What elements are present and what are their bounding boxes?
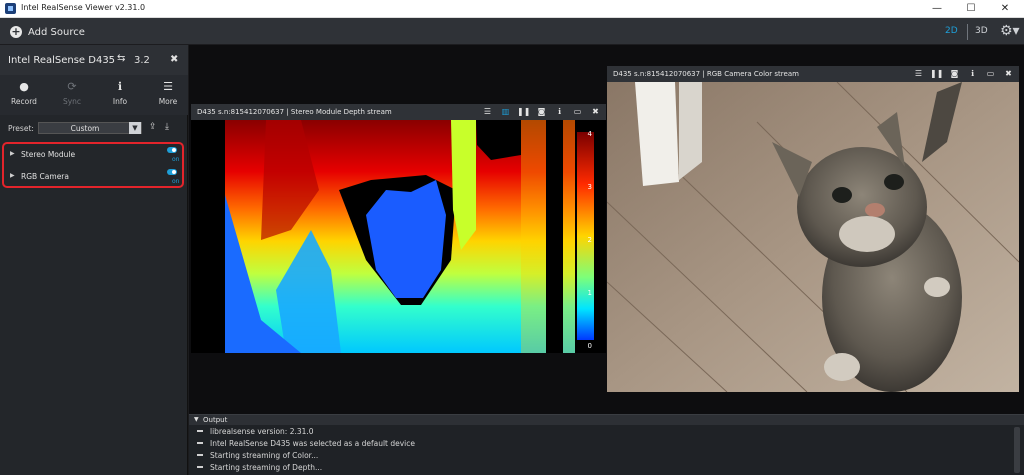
stream-info-icon[interactable]: ☰ xyxy=(481,106,494,118)
output-header[interactable]: ▼ Output xyxy=(189,415,1024,425)
depth-image: 4 3 2 1 0 xyxy=(191,120,606,353)
usb-icon: ⇆ xyxy=(117,53,126,64)
record-label: Record xyxy=(11,97,37,106)
sensor-modules-highlight: ▶ Stereo Module on ▶ RGB Camera on xyxy=(2,142,184,188)
log-line: Intel RealSense D435 was selected as a d… xyxy=(197,437,415,449)
more-label: More xyxy=(158,97,178,106)
log-bullet-icon xyxy=(197,442,203,444)
color-image xyxy=(607,82,1019,392)
gear-icon[interactable]: ⚙▾ xyxy=(1000,22,1020,40)
log-text: Starting streaming of Depth... xyxy=(210,462,323,472)
add-source-label: Add Source xyxy=(28,26,85,38)
device-panel: Intel RealSense D435 ⇆ 3.2 ✖ ● Record ⟳ … xyxy=(0,45,188,475)
output-title: Output xyxy=(203,416,228,424)
metrics-chart-icon[interactable]: ▥ xyxy=(499,106,512,118)
add-source-button[interactable]: + Add Source xyxy=(10,24,85,40)
colorbar-tick-3: 3 xyxy=(588,183,592,191)
sync-label: Sync xyxy=(62,97,82,106)
log-line: Starting streaming of Color... xyxy=(197,449,318,461)
log-line: Starting streaming of Depth... xyxy=(197,461,322,473)
minimize-button[interactable]: — xyxy=(920,0,954,18)
rgb-camera-row[interactable]: ▶ RGB Camera on xyxy=(4,168,182,188)
stream-viewport: D435 s.n:815412070637 | Stereo Module De… xyxy=(189,45,1024,414)
close-window-button[interactable]: ✕ xyxy=(988,0,1022,18)
usb-version: 3.2 xyxy=(134,55,150,66)
color-stream-header: D435 s.n:815412070637 | RGB Camera Color… xyxy=(607,66,1019,82)
realsense-viewer-app: Intel RealSense Viewer v2.31.0 — ☐ ✕ + A… xyxy=(0,0,1024,475)
colorbar-tick-1: 1 xyxy=(588,289,592,297)
preset-value: Custom xyxy=(70,124,100,133)
output-scrollbar[interactable] xyxy=(1014,427,1020,473)
rgb-camera-label: RGB Camera xyxy=(21,172,69,181)
device-name: Intel RealSense D435 xyxy=(8,55,116,66)
info-icon[interactable]: ℹ xyxy=(966,68,979,80)
colorbar-tick-0: 0 xyxy=(588,342,592,350)
stereo-module-state: on xyxy=(172,156,180,163)
log-bullet-icon xyxy=(197,466,203,468)
colorbar-tick-2: 2 xyxy=(588,236,592,244)
maximize-icon[interactable]: ▭ xyxy=(571,106,584,118)
chevron-down-icon: ▼ xyxy=(129,122,141,134)
info-label: Info xyxy=(112,97,128,106)
pause-icon[interactable]: ❚❚ xyxy=(517,106,530,118)
camera-snapshot-icon[interactable]: ◙ xyxy=(948,68,961,80)
pause-icon[interactable]: ❚❚ xyxy=(930,68,943,80)
device-toolbar: ● Record ⟳ Sync ℹ Info ☰ More xyxy=(0,75,188,115)
plus-circle-icon: + xyxy=(10,25,22,38)
log-bullet-icon xyxy=(197,454,203,456)
color-stream-tools: ☰ ❚❚ ◙ ℹ ▭ ✖ xyxy=(912,68,1015,80)
view-separator xyxy=(967,24,968,40)
info-icon: ℹ xyxy=(117,80,123,93)
more-button[interactable]: ☰ More xyxy=(148,79,188,106)
log-text: Intel RealSense D435 was selected as a d… xyxy=(210,438,416,448)
window-title: Intel RealSense Viewer v2.31.0 xyxy=(21,3,146,12)
maximize-button[interactable]: ☐ xyxy=(954,0,988,18)
depth-stream-viewer: D435 s.n:815412070637 | Stereo Module De… xyxy=(191,104,606,353)
log-text: librealsense version: 2.31.0 xyxy=(210,426,314,436)
stream-info-icon[interactable]: ☰ xyxy=(912,68,925,80)
collapse-caret-icon[interactable]: ▼ xyxy=(194,416,199,423)
stereo-module-label: Stereo Module xyxy=(21,150,76,159)
output-panel: ▼ Output librealsense version: 2.31.0 In… xyxy=(189,414,1024,475)
record-icon: ● xyxy=(19,80,29,93)
stereo-module-toggle[interactable] xyxy=(167,147,177,153)
expand-arrow-icon[interactable]: ▶ xyxy=(10,150,15,157)
window-titlebar: Intel RealSense Viewer v2.31.0 — ☐ ✕ xyxy=(0,0,1024,18)
color-stream-viewer: D435 s.n:815412070637 | RGB Camera Color… xyxy=(607,66,1019,392)
log-line: librealsense version: 2.31.0 xyxy=(197,425,314,437)
maximize-icon[interactable]: ▭ xyxy=(984,68,997,80)
upload-icon[interactable]: ⇪ xyxy=(149,122,157,132)
record-button[interactable]: ● Record xyxy=(4,79,44,106)
close-icon[interactable]: ✖ xyxy=(1002,68,1015,80)
rgb-camera-toggle[interactable] xyxy=(167,169,177,175)
depth-stream-title: D435 s.n:815412070637 | Stereo Module De… xyxy=(197,108,392,116)
view-3d-button[interactable]: 3D xyxy=(975,26,988,36)
expand-arrow-icon[interactable]: ▶ xyxy=(10,172,15,179)
rgb-camera-state: on xyxy=(172,178,180,185)
remove-device-button[interactable]: ✖ xyxy=(170,54,178,65)
app-logo-icon xyxy=(5,3,16,14)
app-topbar: + Add Source 2D 3D ⚙▾ xyxy=(0,18,1024,45)
preset-label: Preset: xyxy=(8,124,34,133)
depth-stream-header: D435 s.n:815412070637 | Stereo Module De… xyxy=(191,104,606,120)
log-text: Starting streaming of Color... xyxy=(210,450,319,460)
sync-button[interactable]: ⟳ Sync xyxy=(52,79,92,106)
preset-dropdown[interactable]: Custom ▼ xyxy=(38,122,142,134)
hamburger-icon: ☰ xyxy=(163,80,173,93)
camera-snapshot-icon[interactable]: ◙ xyxy=(535,106,548,118)
device-header: Intel RealSense D435 ⇆ 3.2 ✖ xyxy=(0,45,188,75)
depth-stream-tools: ☰ ▥ ❚❚ ◙ ℹ ▭ ✖ xyxy=(481,106,602,118)
info-button[interactable]: ℹ Info xyxy=(100,79,140,106)
color-stream-title: D435 s.n:815412070637 | RGB Camera Color… xyxy=(613,70,799,78)
preset-row: Preset: Custom ▼ ⇪ ⤓ xyxy=(0,121,188,135)
stereo-module-row[interactable]: ▶ Stereo Module on xyxy=(4,146,182,166)
view-2d-button[interactable]: 2D xyxy=(945,26,958,36)
close-icon[interactable]: ✖ xyxy=(589,106,602,118)
colorbar-tick-4: 4 xyxy=(588,130,593,138)
sync-icon: ⟳ xyxy=(67,80,77,93)
log-bullet-icon xyxy=(197,430,203,432)
download-icon[interactable]: ⤓ xyxy=(165,122,169,132)
info-icon[interactable]: ℹ xyxy=(553,106,566,118)
